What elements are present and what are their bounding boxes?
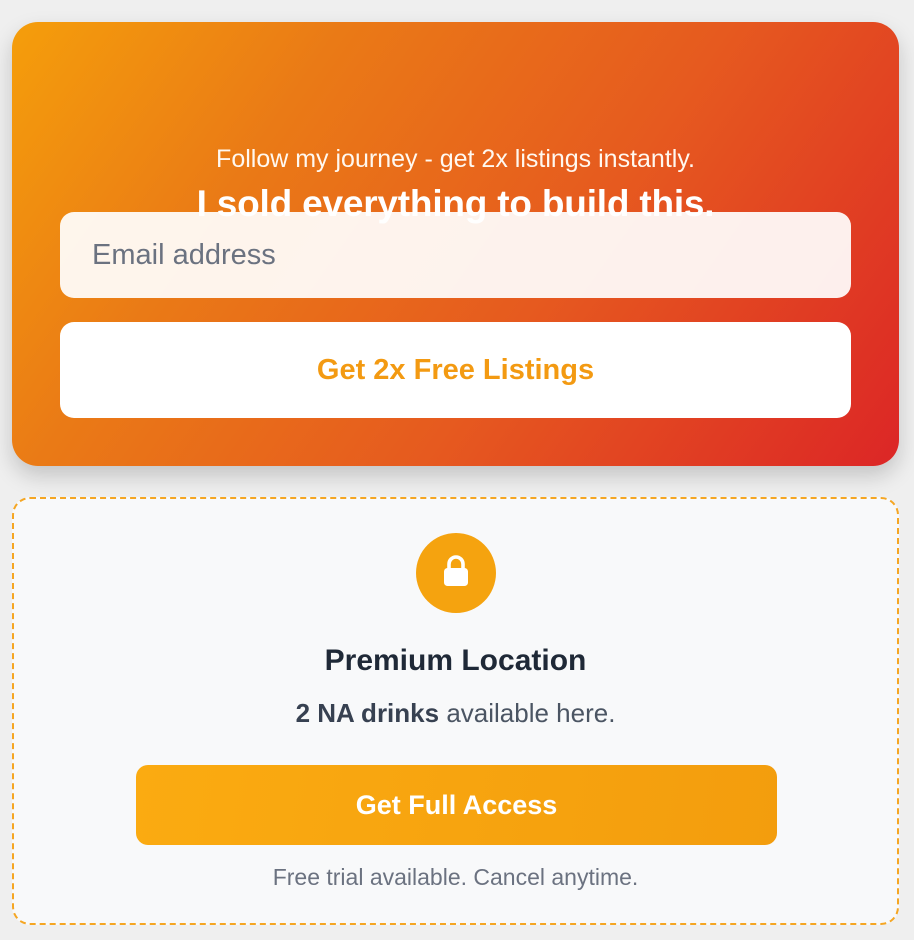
premium-description-text: available here.: [439, 698, 616, 728]
signup-promo-card: I sold everything to build this. Follow …: [12, 22, 899, 466]
get-full-access-button[interactable]: Get Full Access: [136, 765, 777, 845]
lock-badge: [416, 533, 496, 613]
premium-description: 2 NA drinks available here.: [14, 695, 897, 731]
get-free-listings-button[interactable]: Get 2x Free Listings: [60, 322, 851, 418]
promo-subtitle: Follow my journey - get 2x listings inst…: [216, 145, 695, 173]
page: I sold everything to build this. Follow …: [0, 0, 914, 940]
trial-note: Free trial available. Cancel anytime.: [272, 864, 639, 890]
lock-icon: [442, 554, 470, 592]
drink-count: 2 NA drinks: [295, 698, 440, 728]
email-field[interactable]: [60, 212, 851, 298]
premium-location-card: Premium Location 2 NA drinks available h…: [12, 497, 899, 925]
premium-title: Premium Location: [324, 644, 587, 677]
